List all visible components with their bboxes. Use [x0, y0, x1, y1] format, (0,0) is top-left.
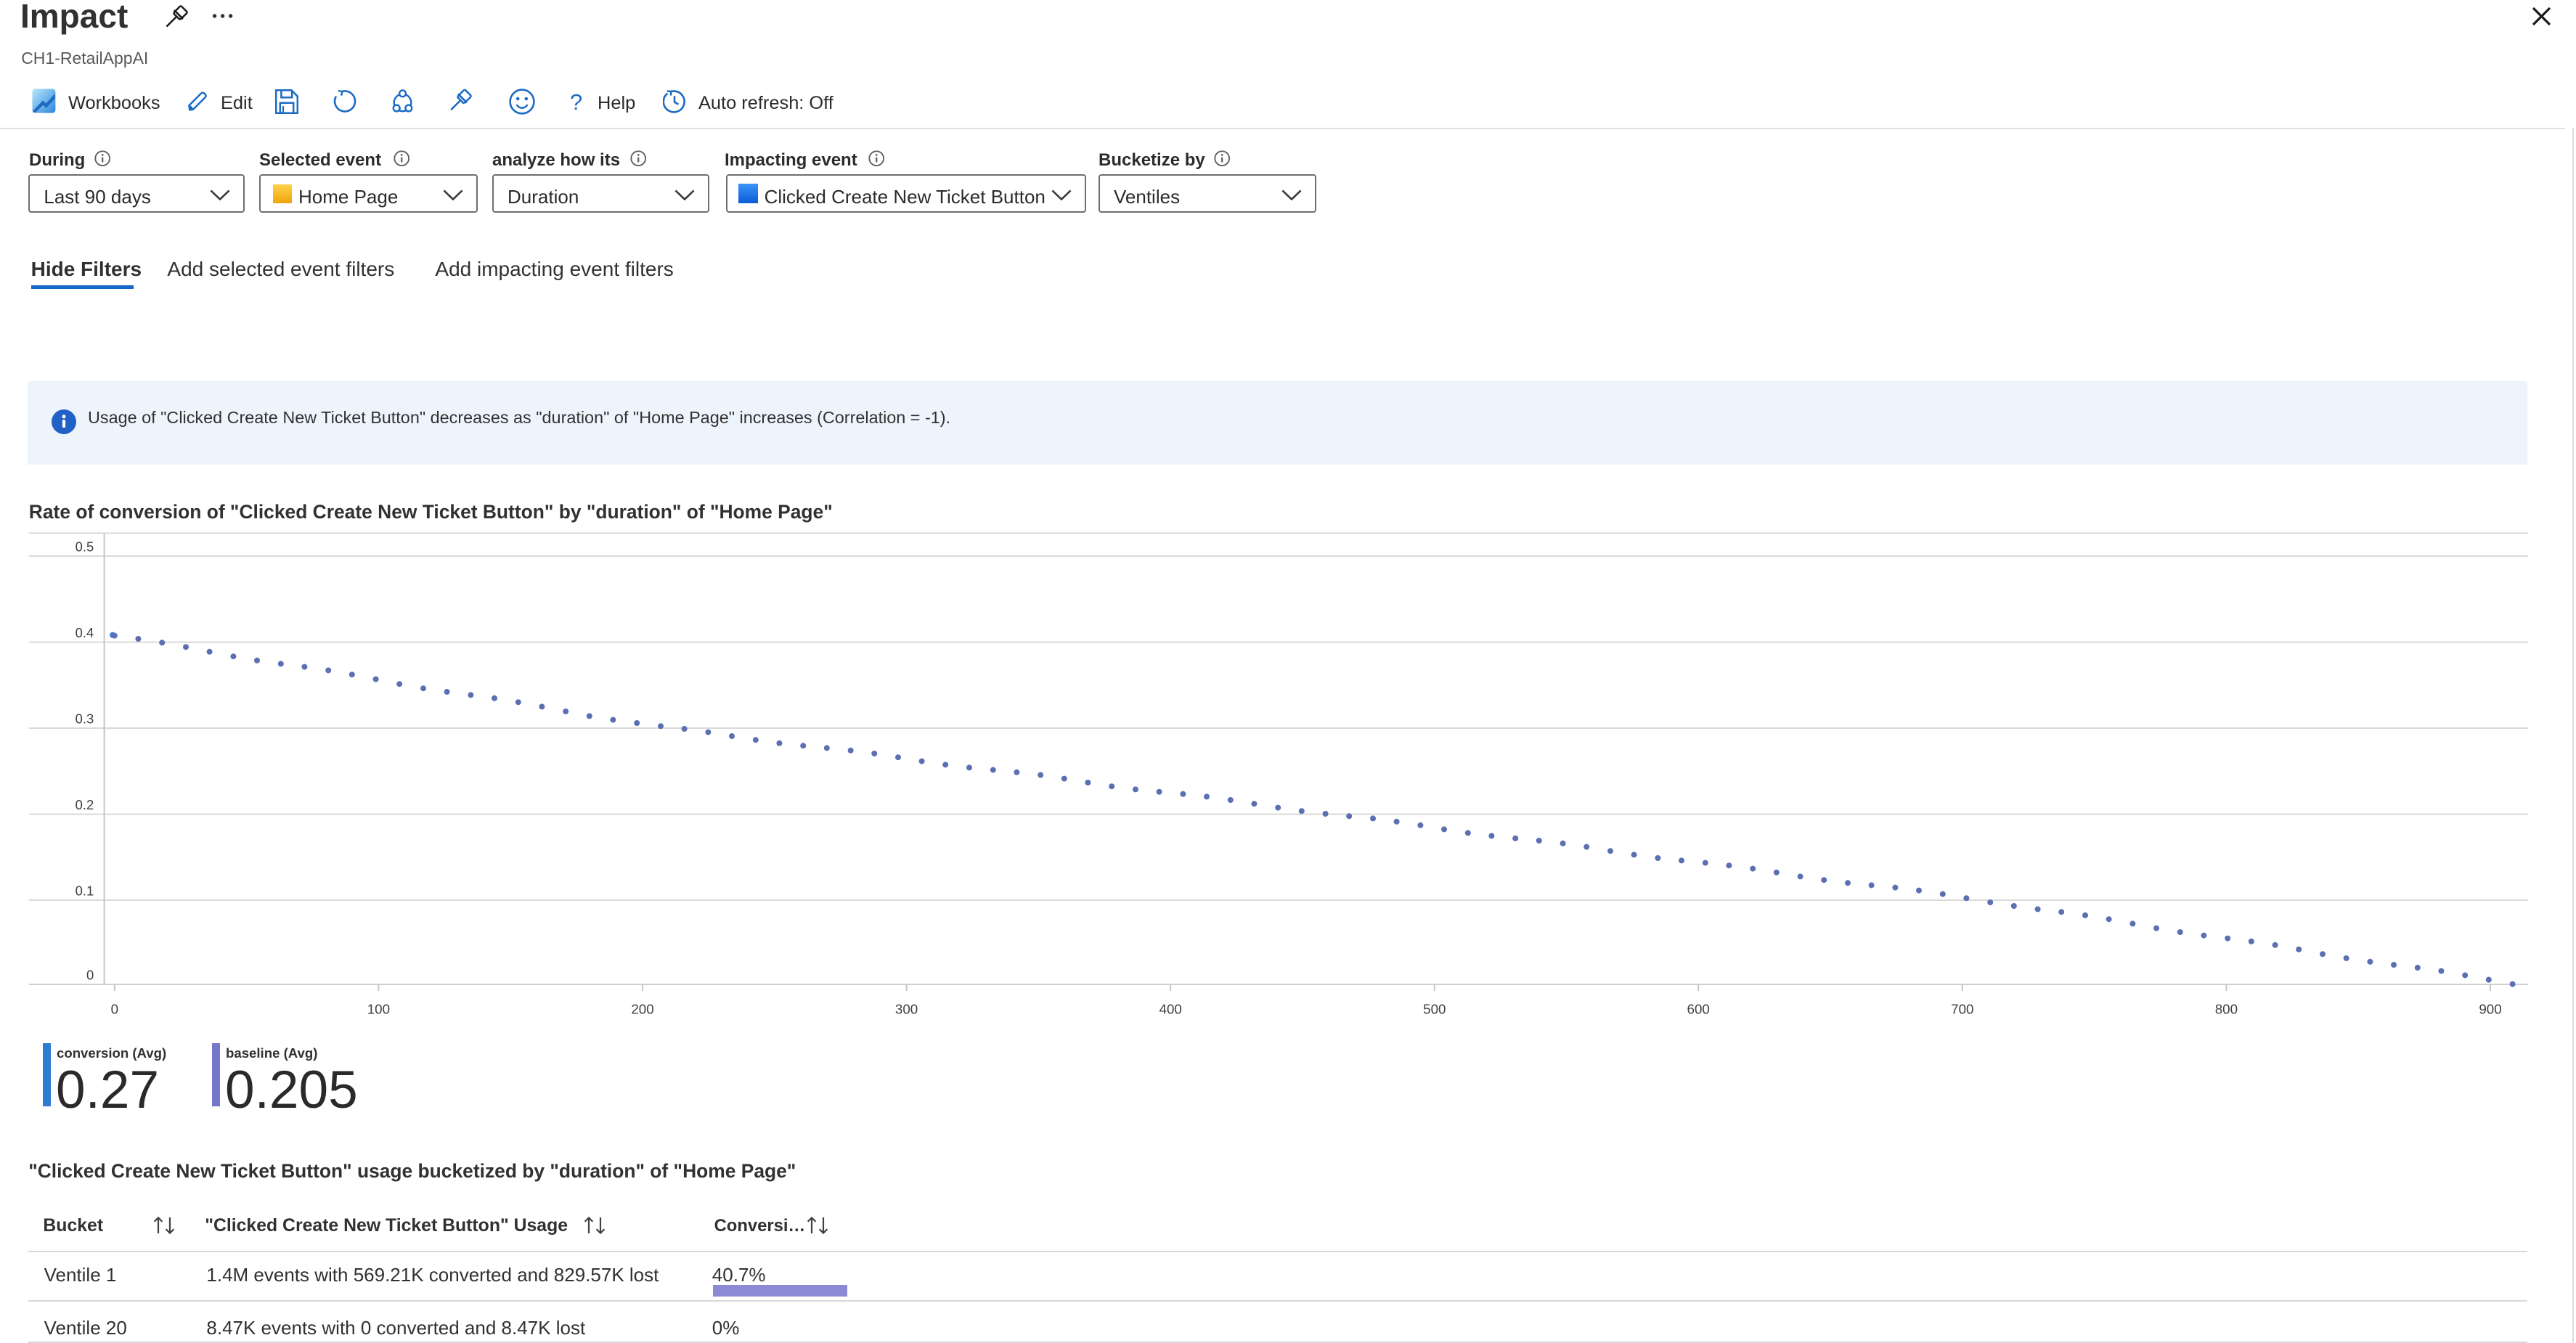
svg-text:0: 0 [86, 968, 94, 983]
svg-text:0.3: 0.3 [76, 711, 94, 727]
svg-text:900: 900 [2479, 1002, 2501, 1017]
svg-text:0.1: 0.1 [76, 883, 94, 899]
svg-text:400: 400 [1159, 1002, 1182, 1017]
svg-text:0.5: 0.5 [76, 539, 94, 555]
svg-text:500: 500 [1423, 1002, 1446, 1017]
svg-text:800: 800 [2215, 1002, 2238, 1017]
svg-text:0: 0 [111, 1002, 118, 1017]
svg-text:0.2: 0.2 [76, 797, 94, 812]
svg-text:300: 300 [895, 1002, 918, 1017]
svg-text:100: 100 [367, 1002, 390, 1017]
svg-text:0.4: 0.4 [76, 625, 94, 640]
svg-text:200: 200 [631, 1002, 653, 1017]
svg-text:700: 700 [1951, 1002, 1973, 1017]
svg-text:600: 600 [1687, 1002, 1710, 1017]
